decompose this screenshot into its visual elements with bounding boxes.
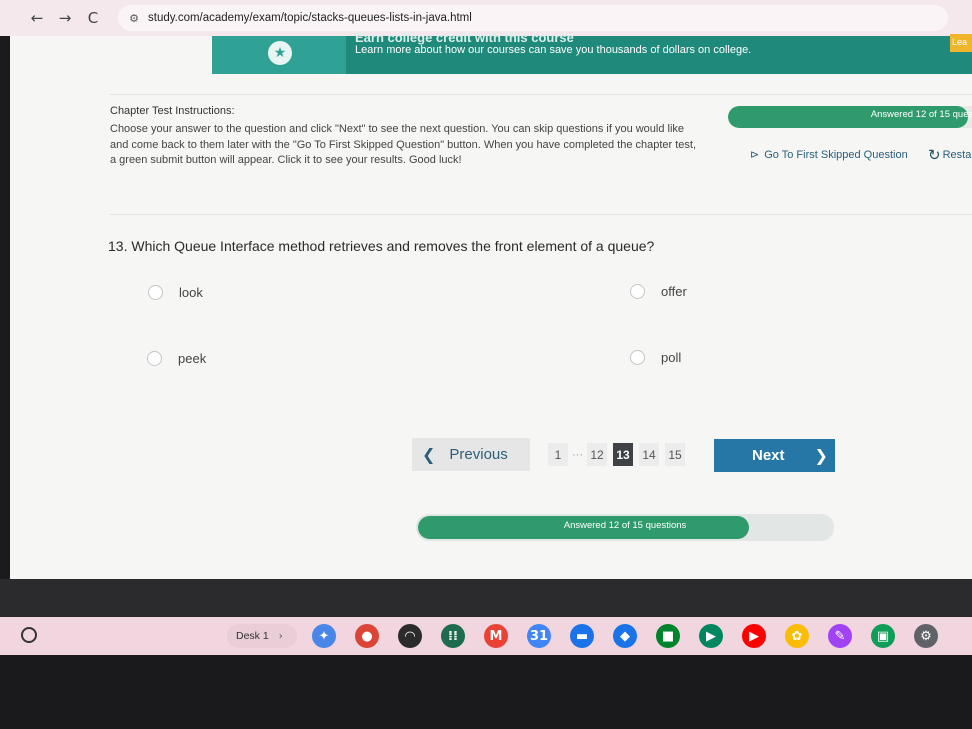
next-label: Next [752, 447, 785, 464]
restart-link[interactable]: ↻ Resta [928, 146, 971, 164]
screen-bezel [0, 655, 972, 729]
divider [110, 94, 972, 95]
page-number[interactable]: 14 [639, 443, 659, 466]
next-button[interactable]: Next ❯ [714, 439, 835, 472]
page-number[interactable]: 1 [548, 443, 568, 466]
radio-button[interactable] [147, 351, 162, 366]
answer-option-peek[interactable]: peek [147, 351, 206, 366]
page-ellipsis: ··· [572, 448, 583, 461]
meet-icon[interactable]: ■ [656, 624, 680, 648]
promo-headline: Earn college credit with this course [355, 30, 574, 45]
previous-button[interactable]: ❮ Previous [412, 438, 530, 471]
reload-icon[interactable]: C [82, 7, 104, 29]
question-text: 13. Which Queue Interface method retriev… [108, 238, 655, 254]
chevron-right-icon: › [278, 630, 283, 642]
desk-switcher[interactable]: Desk 1 › [227, 624, 297, 648]
radio-button[interactable] [630, 284, 645, 299]
site-info-icon[interactable]: ⚙ [126, 10, 142, 26]
answer-option-look[interactable]: look [148, 285, 203, 300]
instructions-title: Chapter Test Instructions: [110, 105, 235, 117]
restart-link-label: Resta [942, 149, 972, 161]
promo-cta-button[interactable]: Lea [950, 34, 972, 52]
page-number[interactable]: 15 [665, 443, 685, 466]
go-to-first-skipped-link[interactable]: ⊳ Go To First Skipped Question [750, 148, 908, 161]
chevron-left-icon: ❮ [422, 445, 436, 464]
option-label: look [179, 285, 203, 300]
answer-option-poll[interactable]: poll [630, 350, 681, 365]
skip-forward-icon: ⊳ [750, 148, 760, 161]
canvas-icon[interactable]: ✎ [828, 624, 852, 648]
url-text[interactable]: study.com/academy/exam/topic/stacks-queu… [148, 12, 472, 24]
os-shelf: Desk 1 › ✦ ● ◠ ⁞⁞ M 31 ▬ ◆ ■ ▶ ▶ ✿ ✎ ▣ ⚙ [0, 617, 972, 655]
launcher-icon[interactable] [21, 627, 37, 643]
bottom-progress-bar: Answered 12 of 15 questions [416, 514, 834, 541]
classroom-icon[interactable]: ▣ [871, 624, 895, 648]
promo-badge-area: ★ [212, 36, 346, 74]
skip-link-label: Go To First Skipped Question [764, 148, 908, 161]
page-number-current[interactable]: 13 [613, 443, 633, 466]
radio-button[interactable] [630, 350, 645, 365]
instructions-body: Choose your answer to the question and c… [110, 123, 697, 166]
gmail-icon[interactable]: M [484, 624, 508, 648]
page-content: ★ Earn college credit with this course L… [10, 30, 972, 579]
files-icon[interactable]: ▬ [570, 624, 594, 648]
play-store-icon[interactable]: ▶ [699, 624, 723, 648]
promo-text: Learn more about how our courses can sav… [355, 44, 752, 56]
photos-icon[interactable]: ✿ [785, 624, 809, 648]
gemini-icon[interactable]: ✦ [312, 624, 336, 648]
previous-label: Previous [449, 446, 508, 463]
chevron-right-icon: ❯ [814, 446, 828, 465]
top-progress-label: Answered 12 of 15 questi [870, 109, 972, 120]
forward-arrow-icon[interactable]: → [54, 7, 76, 29]
youtube-icon[interactable]: ▶ [742, 624, 766, 648]
answer-option-offer[interactable]: offer [630, 284, 687, 299]
settings-icon[interactable]: ⚙ [914, 624, 938, 648]
top-progress-bar: Answered 12 of 15 questi [728, 106, 972, 128]
promo-banner[interactable]: ★ Earn college credit with this course L… [212, 30, 972, 74]
option-label: peek [178, 351, 207, 366]
option-label: offer [661, 284, 687, 299]
back-arrow-icon[interactable]: ← [26, 7, 48, 29]
calendar-icon[interactable]: 31 [527, 624, 551, 648]
radio-button[interactable] [148, 285, 163, 300]
cast-icon[interactable]: ◠ [398, 624, 422, 648]
chat-icon[interactable]: ◆ [613, 624, 637, 648]
divider [110, 214, 972, 215]
address-bar[interactable]: ⚙ study.com/academy/exam/topic/stacks-qu… [118, 5, 948, 31]
chrome-icon[interactable]: ● [355, 624, 379, 648]
option-label: poll [661, 350, 682, 365]
desk-label: Desk 1 [236, 630, 269, 642]
question-pager: 1 ··· 12 13 14 15 [548, 443, 691, 466]
page-number[interactable]: 12 [587, 443, 607, 466]
apps-grid-icon[interactable]: ⁞⁞ [441, 624, 465, 648]
restart-icon: ↻ [928, 146, 941, 164]
bottom-progress-label: Answered 12 of 15 questions [563, 520, 687, 531]
screen-bezel-strip [0, 579, 972, 617]
star-icon: ★ [268, 41, 292, 65]
